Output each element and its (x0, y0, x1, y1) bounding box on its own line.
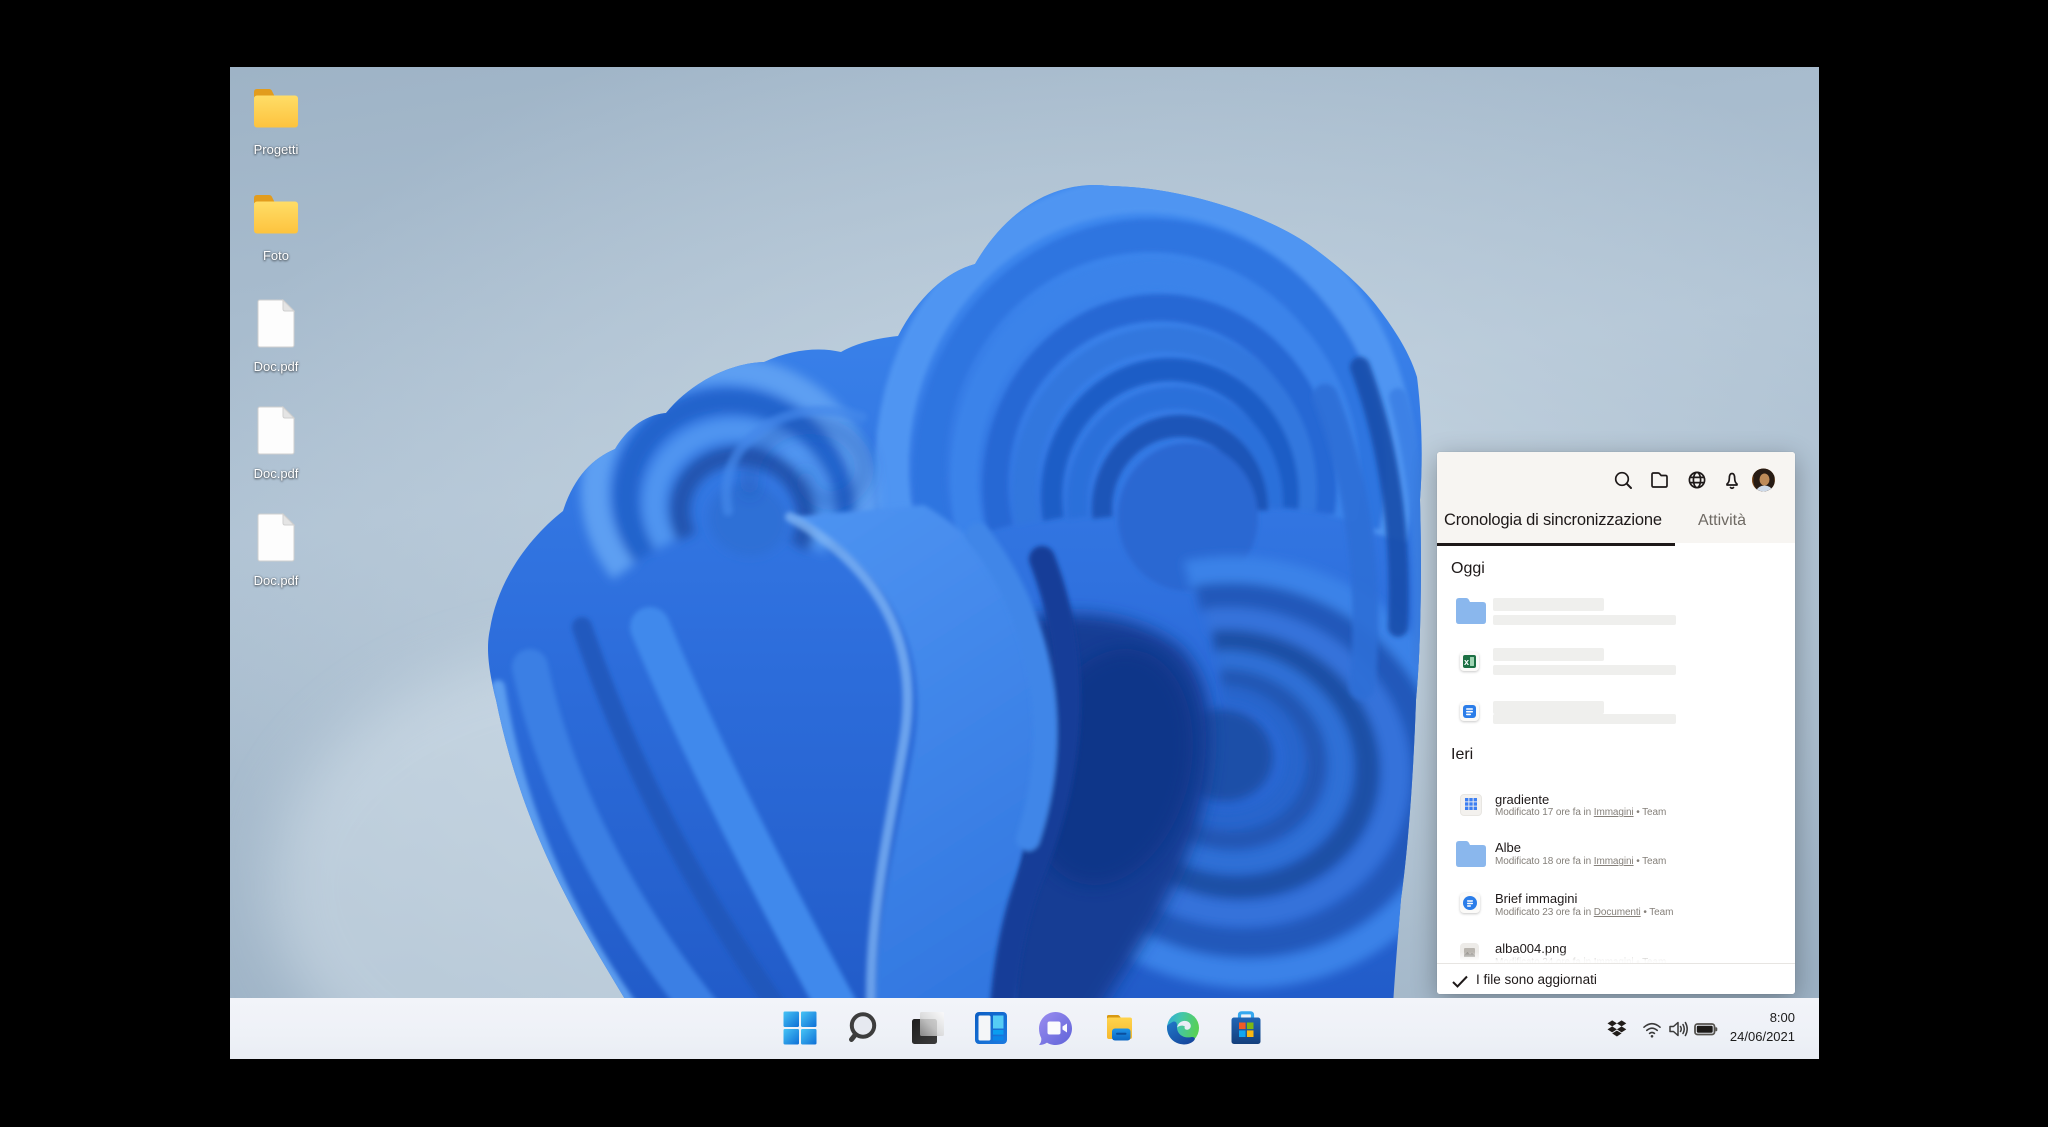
svg-text:x: x (1464, 657, 1469, 667)
